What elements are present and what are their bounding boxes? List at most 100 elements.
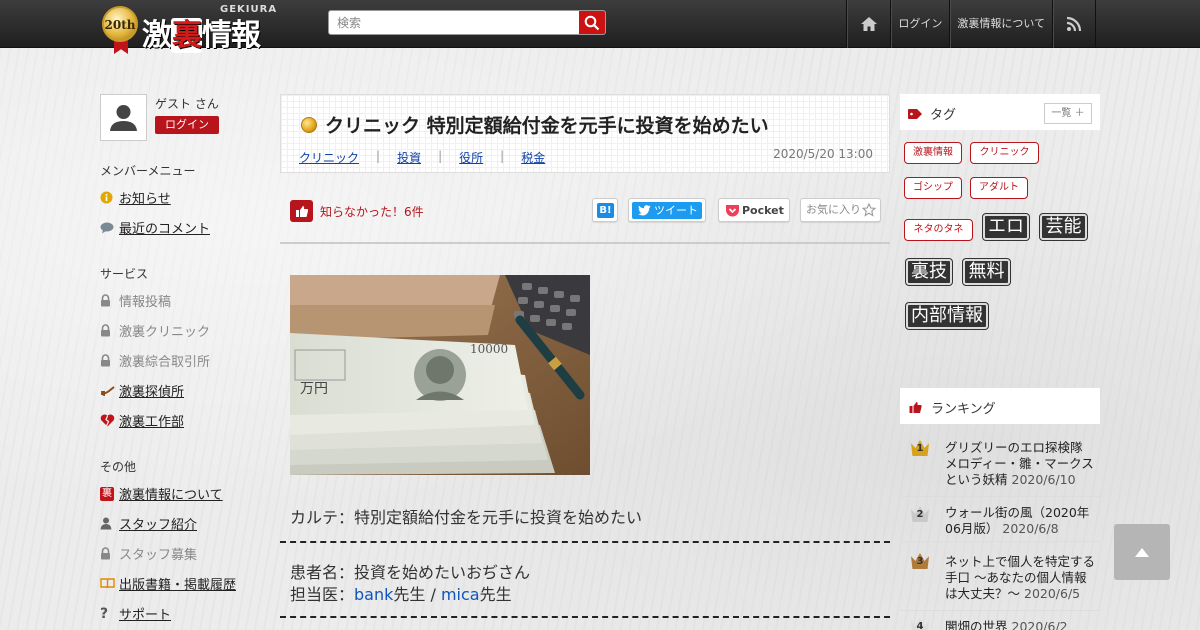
doctor-link-mica[interactable]: mica [441,585,480,604]
logo-char-2: 裏 [171,18,202,53]
sidebar-item-operation[interactable]: 激裏工作部 [100,411,184,430]
category-separator: | [500,149,505,163]
sidebar-item-label[interactable]: スタッフ紹介 [119,514,197,533]
sidebar-item-label[interactable]: サポート [119,604,171,623]
sidebar-item-staff[interactable]: スタッフ紹介 [100,514,197,533]
top-bar: 20th GEKIURA 激裏情報 ログイン 激裏情報について [0,0,1200,54]
ranking-item-title[interactable]: 闇畑の世界 [945,619,1008,630]
ranking-item-date: 2020/6/2 [1011,619,1068,630]
avatar [100,94,147,141]
tweet-button[interactable]: ツイート [628,198,706,222]
category-link[interactable]: 役所 [459,149,483,166]
reaction-button[interactable]: 知らなかった！6件 [290,200,424,222]
ranking-item-text: ネット上で個人を特定する手口 ～あなたの個人情報は大丈夫？～ 2020/6/5 [945,554,1095,602]
category-separator: | [438,149,443,163]
sidebar-item-books[interactable]: 出版書籍・掲載履歴 [100,574,236,593]
category-link[interactable]: クリニック [299,149,359,166]
ranking-heading: ランキング [908,398,996,417]
back-to-top-button[interactable] [1114,524,1170,580]
nav-about[interactable]: 激裏情報について [949,0,1052,48]
ranking-header: ランキング [900,388,1100,424]
sidebar-item-post[interactable]: 情報投稿 [100,291,171,310]
sidebar-item-detective[interactable]: 激裏探偵所 [100,381,184,400]
medal-text: 20th [104,18,136,32]
lock-icon [100,294,119,307]
ranking-item-date: 2020/6/8 [1002,521,1059,536]
hatena-button[interactable]: B! [592,198,618,222]
tag-list-button[interactable]: 一覧 ＋ [1044,103,1092,124]
sidebar-item-recruit[interactable]: スタッフ募集 [100,544,197,563]
tag-link[interactable]: ネタのタネ [904,219,973,241]
twitter-icon [638,205,651,216]
site-logo[interactable]: 20th GEKIURA 激裏情報 [102,4,282,54]
sidebar-item-label[interactable]: 最近のコメント [119,218,210,237]
tag-header: タグ 一覧 ＋ [900,94,1100,130]
pipe-icon [100,385,119,397]
person-icon [100,517,119,530]
sidebar-item-news[interactable]: お知らせ [100,188,171,207]
hatena-icon: B! [597,203,614,218]
category-link[interactable]: 税金 [521,149,545,166]
tag-link-large[interactable]: 芸能 [1040,214,1087,240]
tag-link[interactable]: ゴシップ [904,177,962,199]
sidebar-item-label[interactable]: 激裏情報について [119,484,223,503]
logo-char-3: 情報 [202,18,261,53]
top-nav: ログイン 激裏情報について [846,0,1096,48]
ranking-item-text: グリズリーのエロ探検隊 メロディー・雛・マークスという妖精 2020/6/10 [945,440,1095,488]
ranking-item[interactable]: 3 ネット上で個人を特定する手口 ～あなたの個人情報は大丈夫？～ 2020/6/… [900,542,1100,611]
svg-text:万円: 万円 [300,381,328,397]
sidebar-item-clinic[interactable]: 激裏クリニック [100,321,210,340]
tag-link-large[interactable]: 無料 [963,259,1010,285]
nav-login[interactable]: ログイン [890,0,949,48]
info-icon [100,191,119,204]
nav-home[interactable] [846,0,890,48]
question-icon: ? [100,605,109,622]
tag-heading: タグ [908,104,956,123]
patient-line: 患者名：投資を始めたいおぢさん [290,563,531,582]
doctor-suffix: 先生 [393,585,426,604]
ranking-item[interactable]: 4 闇畑の世界 2020/6/2 [900,611,1100,630]
sidebar-item-comments[interactable]: 最近のコメント [100,218,210,237]
tag-link-large[interactable]: 裏技 [906,259,952,285]
tag-link-large[interactable]: 内部情報 [906,303,988,329]
category-link[interactable]: 投資 [397,149,421,166]
tag-link[interactable]: クリニック [970,142,1039,164]
search-icon [584,15,600,31]
tag-link[interactable]: アダルト [970,177,1028,199]
sidebar-item-label[interactable]: 激裏探偵所 [119,381,184,400]
other-heading: その他 [100,460,137,474]
nav-rss[interactable] [1052,0,1096,48]
tag-link-large[interactable]: エロ [983,214,1029,240]
pocket-button[interactable]: Pocket [718,198,790,222]
sidebar-item-exchange[interactable]: 激裏綜合取引所 [100,351,210,370]
login-button[interactable]: ログイン [155,116,219,134]
favorite-button[interactable]: お気に入り [800,198,881,222]
ranking-item-text: 闇畑の世界 2020/6/2 [945,619,1095,630]
crown-icon: 3 [911,553,929,569]
gekiura-icon: 裏 [100,486,114,501]
sidebar-item-label[interactable]: 出版書籍・掲載履歴 [119,574,236,593]
ranking-item-text: ウォール街の風（2020年06月版） 2020/6/8 [945,505,1095,537]
lock-icon [100,324,119,337]
search-input[interactable] [329,11,569,34]
ranking-item[interactable]: 1 グリズリーのエロ探検隊 メロディー・雛・マークスという妖精 2020/6/1… [900,432,1100,497]
crown-icon: 4 [911,618,929,630]
doctor-link-bank[interactable]: bank [354,585,393,604]
sidebar-item-about[interactable]: 裏 激裏情報について [100,484,223,503]
user-icon [110,105,137,131]
svg-text:10000: 10000 [470,342,508,356]
sidebar-item-label: 激裏綜合取引所 [119,355,211,370]
karte-line: カルテ：特別定額給付金を元手に投資を始めたい [290,508,643,527]
tag-icon [908,108,922,119]
sidebar-item-label: 情報投稿 [119,295,172,310]
ranking-item[interactable]: 2 ウォール街の風（2020年06月版） 2020/6/8 [900,497,1100,542]
anniversary-medal: 20th [102,6,138,42]
dashed-divider [280,616,890,618]
article-header: クリニック 特別定額給付金を元手に投資を始めたい クリニック | 投資 | 役所… [280,94,890,173]
sidebar-item-label[interactable]: 激裏工作部 [119,411,184,430]
thumbs-up-icon [290,200,313,222]
tag-link[interactable]: 激裏情報 [904,142,962,164]
sidebar-item-label[interactable]: お知らせ [119,188,171,207]
search-button[interactable] [579,11,605,34]
sidebar-item-support[interactable]: ? サポート [100,604,171,624]
